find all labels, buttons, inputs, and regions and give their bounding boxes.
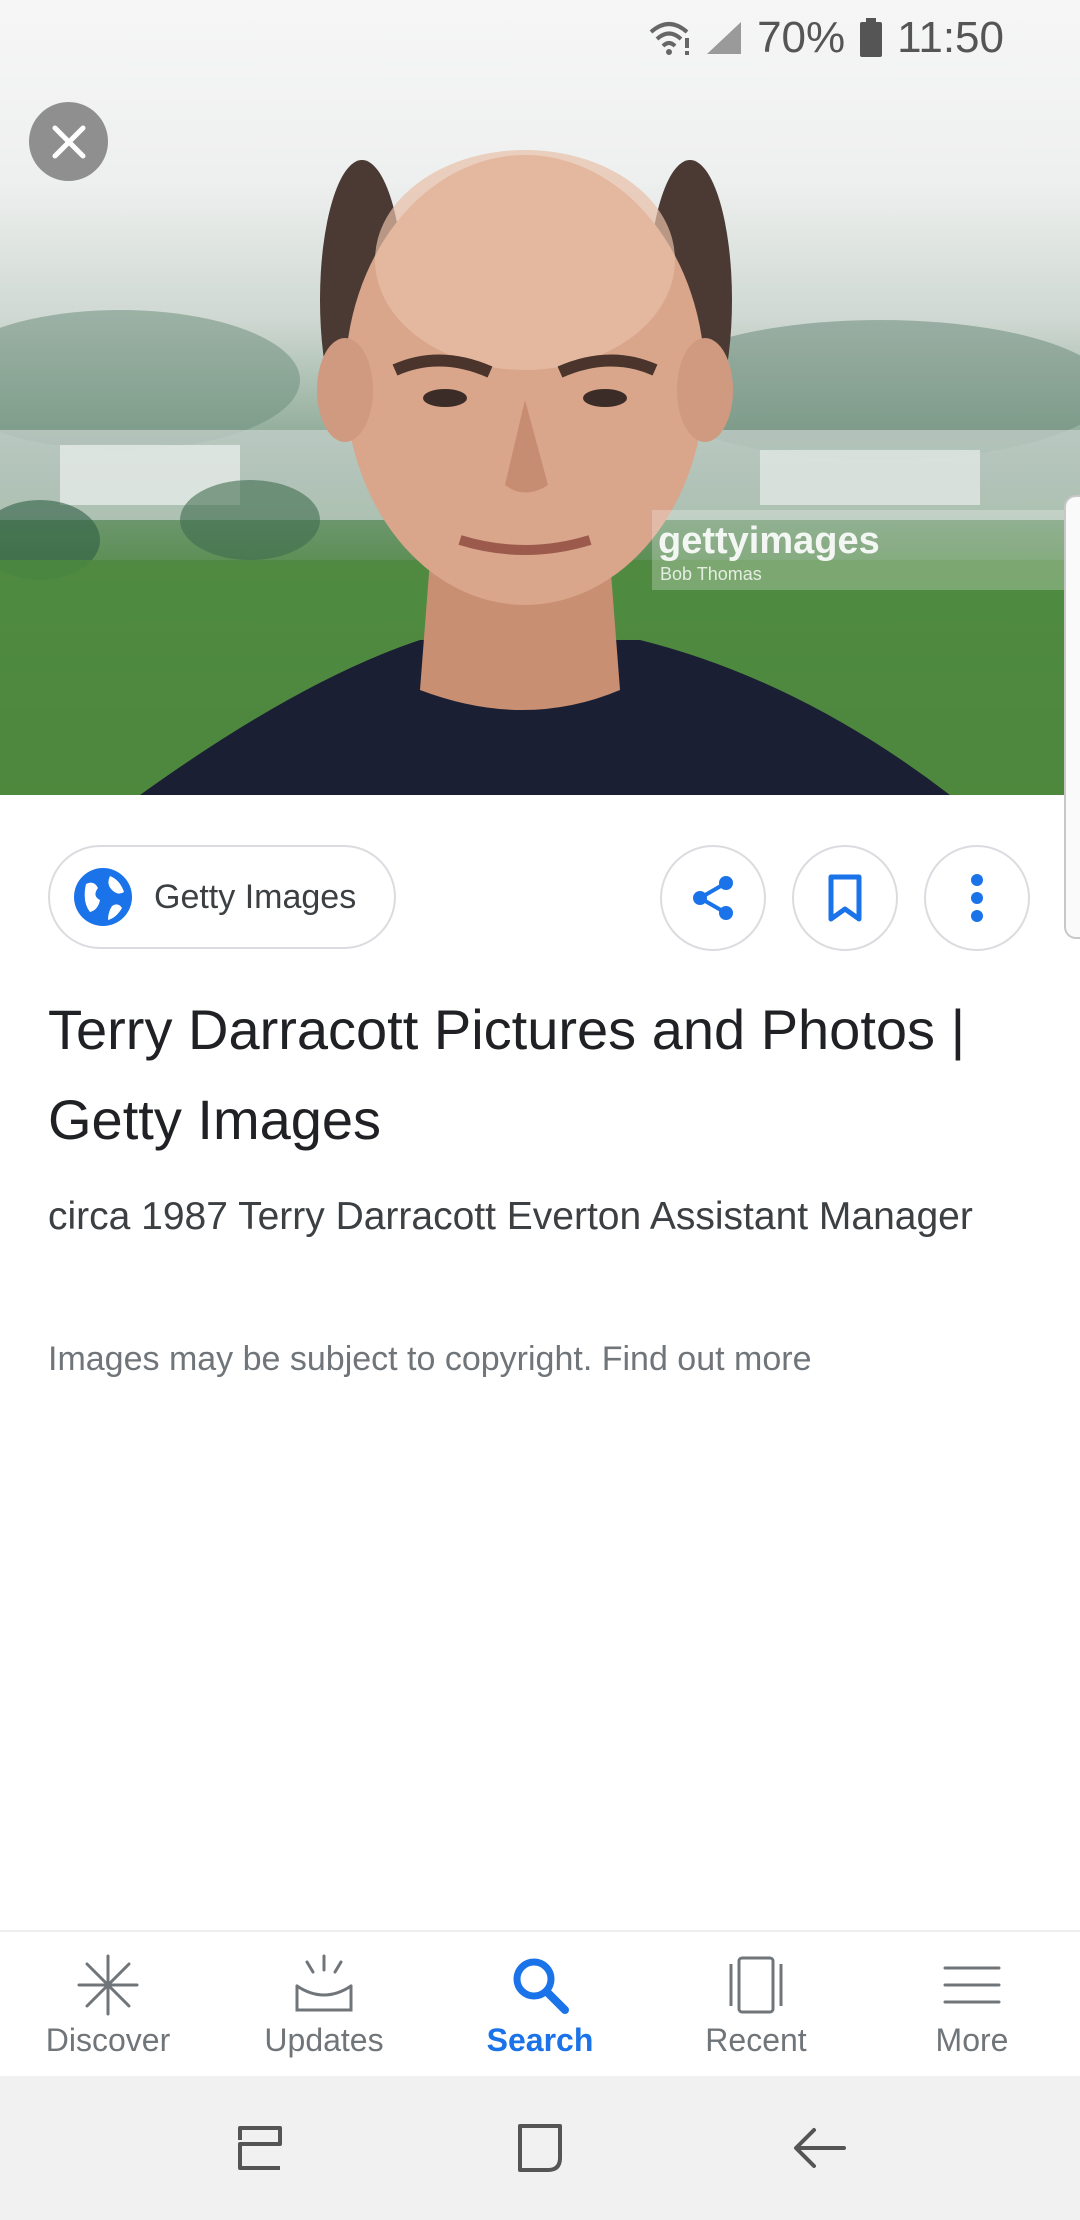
nav-label: Recent: [705, 2022, 807, 2058]
nav-label: Updates: [264, 2022, 384, 2058]
recent-icon: [729, 1956, 783, 2014]
side-scroll-handle[interactable]: [1064, 495, 1080, 939]
share-icon: [693, 876, 733, 920]
action-row: Getty Images: [48, 845, 1032, 951]
result-title[interactable]: Terry Darracott Pictures and Photos | Ge…: [48, 985, 1008, 1165]
nav-updates[interactable]: Updates: [216, 1932, 432, 2076]
bookmark-button[interactable]: [792, 845, 898, 951]
nav-recent[interactable]: Recent: [648, 1932, 864, 2076]
home-button[interactable]: [510, 2118, 570, 2178]
source-chip[interactable]: Getty Images: [48, 845, 396, 949]
nav-more[interactable]: More: [864, 1932, 1080, 2076]
nav-label: Discover: [45, 2022, 171, 2058]
bookmark-icon: [828, 874, 862, 922]
nav-label: More: [935, 2022, 1009, 2058]
menu-icon: [943, 1966, 1001, 2004]
source-label: Getty Images: [154, 877, 357, 916]
more-options-button[interactable]: [924, 845, 1030, 951]
watermark-credit: Bob Thomas: [660, 564, 762, 584]
system-navigation-bar: [0, 2076, 1080, 2220]
globe-icon: [74, 868, 132, 926]
search-icon: [513, 1958, 569, 2014]
updates-icon: [295, 1954, 353, 2012]
watermark-brand: gettyimages: [658, 520, 880, 562]
nav-search[interactable]: Search: [432, 1932, 648, 2076]
battery-icon: [859, 18, 883, 58]
close-icon: [52, 125, 85, 158]
wifi-icon: [647, 20, 691, 56]
nav-label: Search: [486, 2022, 594, 2058]
result-image[interactable]: gettyimages Bob Thomas: [0, 0, 1080, 795]
signal-icon: [705, 20, 743, 56]
close-button[interactable]: [29, 102, 108, 181]
copyright-note[interactable]: Images may be subject to copyright. Find…: [48, 1335, 1008, 1383]
share-button[interactable]: [660, 845, 766, 951]
result-description: circa 1987 Terry Darracott Everton Assis…: [48, 1195, 973, 1238]
nav-discover[interactable]: Discover: [0, 1932, 216, 2076]
back-button[interactable]: [790, 2118, 850, 2178]
discover-icon: [77, 1954, 139, 2016]
recents-button[interactable]: [230, 2118, 290, 2178]
more-vert-icon: [971, 874, 983, 922]
status-bar: 70% 11:50: [0, 0, 1080, 76]
battery-percent: 70%: [757, 13, 846, 62]
portrait-illustration: gettyimages Bob Thomas: [0, 150, 1080, 795]
clock: 11:50: [897, 13, 1004, 62]
bottom-navigation: Discover Updates Search Recent More: [0, 1930, 1080, 2076]
